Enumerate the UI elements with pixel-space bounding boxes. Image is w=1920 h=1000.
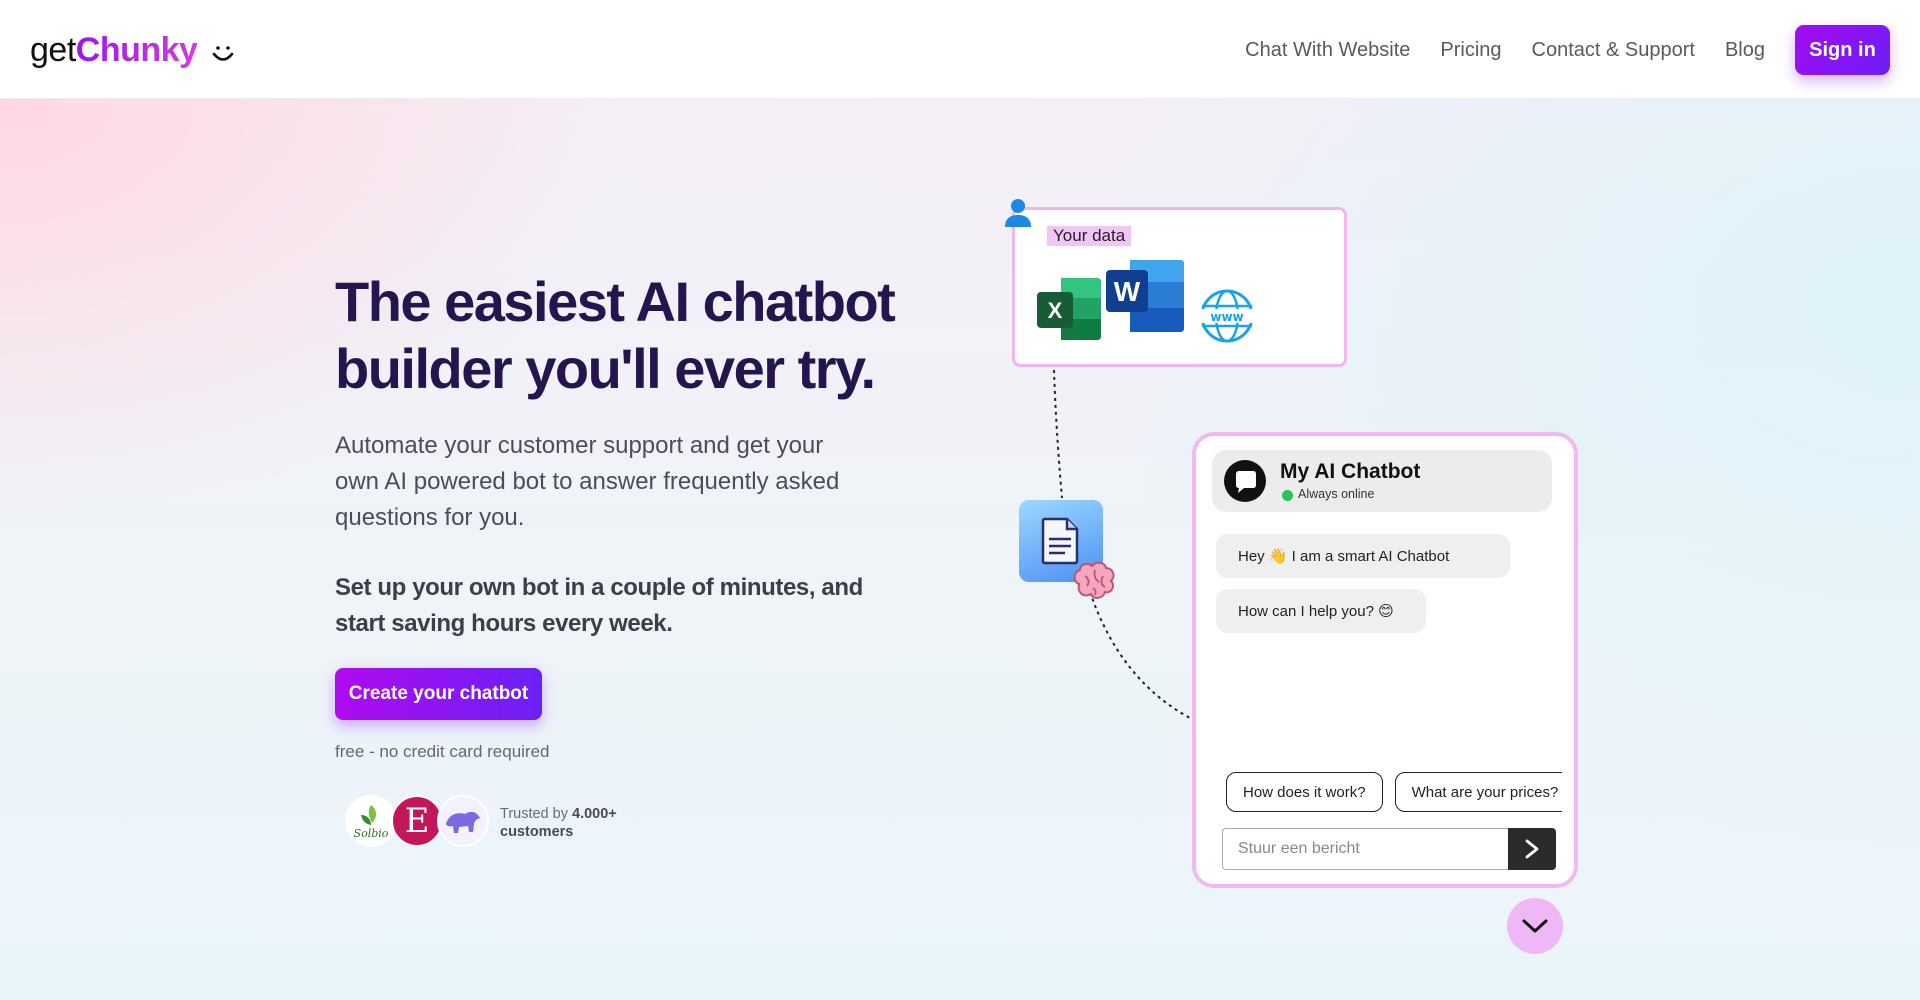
create-chatbot-button[interactable]: Create your chatbot xyxy=(335,668,542,720)
chat-header: My AI Chatbot Always online xyxy=(1212,450,1552,512)
svg-text:Solbio: Solbio xyxy=(354,827,389,840)
chevron-right-icon xyxy=(1525,839,1539,859)
svg-text:www: www xyxy=(1210,310,1243,324)
chat-widget: My AI Chatbot Always online Hey 👋 I am a… xyxy=(1192,432,1578,888)
trust-text: Trusted by 4.000+ customers xyxy=(500,805,617,841)
nav-contact-support[interactable]: Contact & Support xyxy=(1532,39,1695,62)
hero-lead-bold: Set up your own bot in a couple of minut… xyxy=(335,574,863,637)
user-icon xyxy=(1005,199,1031,227)
nav-blog[interactable]: Blog xyxy=(1725,39,1765,62)
quick-reply-prices[interactable]: What are your prices? xyxy=(1394,772,1562,812)
customer-avatar-solbio: Solbio xyxy=(345,795,397,847)
logo-prefix: get xyxy=(30,30,76,69)
document-glyph-icon xyxy=(1041,517,1079,565)
quick-replies: How does it work? What are your prices? xyxy=(1226,772,1562,812)
chat-title: My AI Chatbot xyxy=(1280,460,1421,483)
hero-lead: Automate your customer support and get y… xyxy=(335,432,840,531)
send-button[interactable] xyxy=(1508,828,1556,870)
trust-prefix: Trusted by xyxy=(500,806,572,822)
word-icon: W xyxy=(1106,260,1184,332)
excel-icon: X xyxy=(1037,278,1101,340)
nav-chat-with-website[interactable]: Chat With Website xyxy=(1245,39,1410,62)
fineprint: free - no credit card required xyxy=(335,742,550,761)
chat-message: Hey 👋 I am a smart AI Chatbot xyxy=(1216,534,1510,578)
chat-message-input[interactable] xyxy=(1222,828,1508,870)
trust-section: Solbio E Trusted by 4.000+ customers xyxy=(345,795,617,851)
nav-pricing[interactable]: Pricing xyxy=(1440,39,1501,62)
main-nav: Chat With Website Pricing Contact & Supp… xyxy=(1245,25,1890,75)
top-navbar: get Chunky Chat With Website Pricing Con… xyxy=(0,0,1920,99)
customer-avatar-animal xyxy=(437,795,489,847)
customer-avatar-e: E xyxy=(391,795,443,847)
sign-in-button[interactable]: Sign in xyxy=(1795,25,1890,75)
connector-lines xyxy=(1053,369,1191,719)
chat-message: How can I help you? 😊 xyxy=(1216,589,1426,633)
smiley-icon xyxy=(213,46,234,61)
chat-bubble-icon xyxy=(1224,460,1266,502)
chevron-down-icon xyxy=(1522,919,1548,933)
quick-reply-how-it-works[interactable]: How does it work? xyxy=(1226,772,1383,812)
svg-text:X: X xyxy=(1048,298,1063,323)
trust-count: 4.000+ xyxy=(572,806,617,822)
solbio-logo-icon: Solbio xyxy=(354,805,389,840)
svg-text:W: W xyxy=(1114,276,1141,307)
brain-icon xyxy=(1073,561,1115,599)
logo[interactable]: get Chunky xyxy=(30,28,235,72)
logo-brand: Chunky xyxy=(75,30,198,69)
globe-icon: www xyxy=(1200,289,1254,343)
trust-suffix: customers xyxy=(500,824,574,840)
data-label: Your data xyxy=(1047,226,1132,246)
chat-status: Always online xyxy=(1298,487,1375,501)
online-status-dot xyxy=(1282,490,1293,501)
scroll-down-button[interactable] xyxy=(1507,898,1563,954)
animal-logo-icon xyxy=(446,811,480,833)
customer-avatars: Solbio E xyxy=(345,795,495,851)
hero-headline: The easiest AI chatbot builder you'll ev… xyxy=(335,270,896,400)
